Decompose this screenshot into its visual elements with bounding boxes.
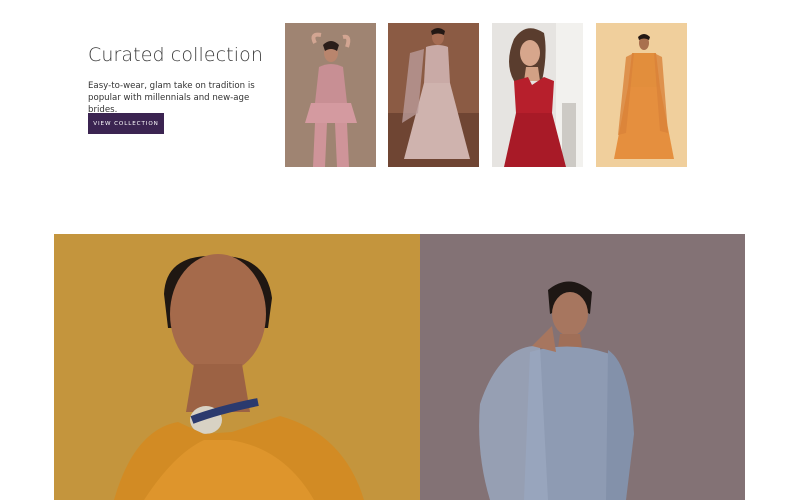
section-description: Easy-to-wear, glam take on tradition is …: [88, 81, 255, 115]
product-image-dusty-pink-lehenga[interactable]: [388, 23, 479, 167]
section-title: Curated collection: [88, 44, 263, 66]
product-image-pink-outfit[interactable]: [285, 23, 376, 167]
product-image-red-gown[interactable]: [492, 23, 583, 167]
hero-image-grey-anarkali[interactable]: [420, 234, 745, 500]
hero-image-mustard-lehenga[interactable]: [54, 234, 420, 500]
view-collection-button[interactable]: VIEW COLLECTION: [88, 113, 164, 134]
curated-collection-section: Curated collection Easy-to-wear, glam ta…: [0, 0, 800, 200]
product-image-orange-lehenga[interactable]: [596, 23, 687, 167]
